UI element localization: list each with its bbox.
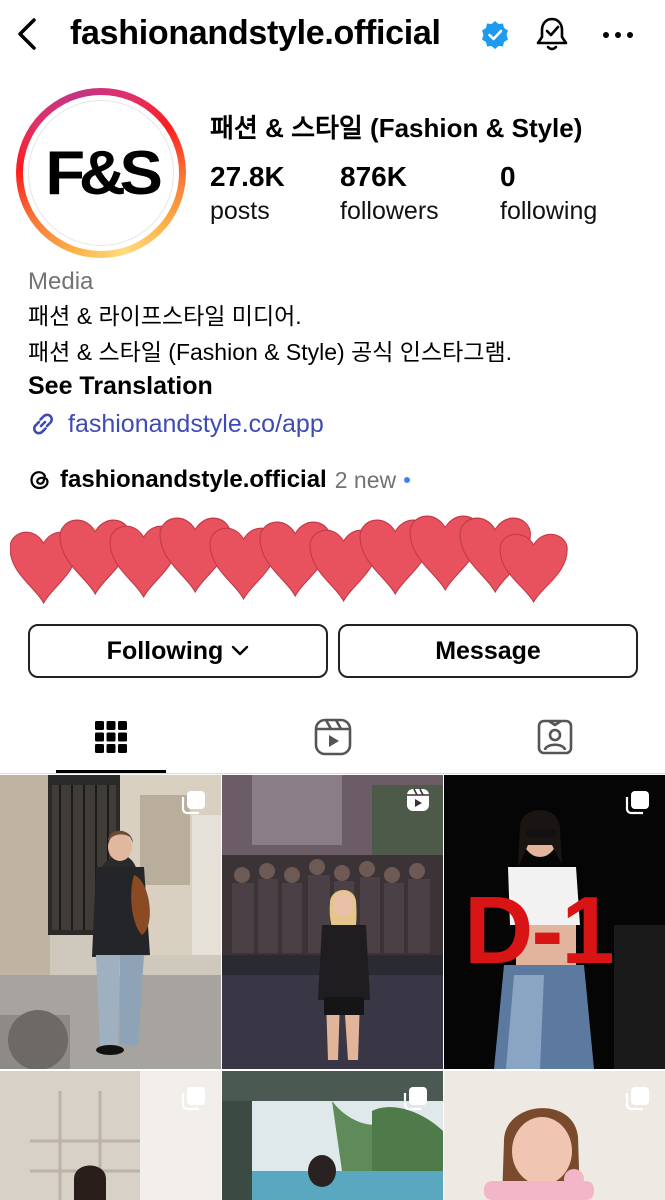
post-thumbnail [222,775,443,1069]
threads-new-count: 2 new [334,466,397,493]
reels-icon [407,788,429,811]
chevron-down-icon [232,645,249,656]
bio-line: 패션 & 스타일 (Fashion & Style) 공식 인스타그램. [28,339,512,365]
verified-badge-icon [482,21,508,49]
followers-stat[interactable]: 876K followers [340,160,439,228]
grid-post[interactable] [444,1071,665,1200]
followers-label: followers [340,197,439,225]
profile-tabs [0,700,665,774]
posts-grid: D-1 [0,775,665,1200]
grid-post[interactable] [0,1071,221,1200]
tagged-icon [537,719,573,755]
more-options-icon[interactable] [600,18,636,52]
message-button-label: Message [435,636,541,665]
posts-label: posts [210,197,270,225]
display-name: 패션 & 스타일 (Fashion & Style) [210,113,583,143]
message-button[interactable]: Message [338,624,638,678]
redaction-hearts [10,515,568,604]
grid-post[interactable]: D-1 [444,775,665,1069]
following-button-label: Following [106,636,224,665]
carousel-icon [403,1087,427,1111]
following-count: 0 [500,161,516,192]
post-overlay-text: D-1 [464,877,615,984]
carousel-icon [181,1087,205,1111]
posts-grid-icon [95,721,127,753]
post-thumbnail [0,775,221,1069]
profile-header: fashionandstyle.official [0,0,665,72]
avatar: F&S [28,100,174,246]
following-label: following [500,197,598,225]
carousel-icon [625,791,649,815]
new-indicator-dot [404,477,411,483]
threads-username: fashionandstyle.official [60,466,327,493]
profile-link[interactable]: fashionandstyle.co/app [28,406,324,442]
avatar-logo: F&S [45,138,163,208]
grid-post[interactable] [222,775,443,1069]
following-button[interactable]: Following [28,624,328,678]
threads-icon [30,471,49,490]
followers-count: 876K [340,161,407,192]
following-stat[interactable]: 0 following [500,160,597,228]
bio-line: 패션 & 라이프스타일 미디어. [28,303,302,329]
grid-post[interactable] [0,775,221,1069]
carousel-icon [625,1087,649,1111]
tabs-divider [0,773,665,774]
carousel-icon [181,791,205,815]
tab-posts[interactable] [56,700,166,774]
posts-stat[interactable]: 27.8K posts [210,160,285,228]
profile-category: Media [28,268,94,295]
link-icon [33,413,53,435]
see-translation-link[interactable]: See Translation [28,370,213,402]
threads-badge[interactable]: fashionandstyle.official 2 new [28,462,411,498]
back-arrow-icon[interactable] [10,14,44,54]
avatar-story-ring[interactable]: F&S [16,88,186,258]
reels-icon [314,718,352,756]
grid-post[interactable] [222,1071,443,1200]
tab-tagged[interactable] [500,700,610,774]
posts-count: 27.8K [210,161,285,192]
tab-reels[interactable] [278,700,388,774]
notification-bell-icon[interactable] [532,14,572,54]
link-text: fashionandstyle.co/app [68,409,324,438]
header-username: fashionandstyle.official [70,14,441,52]
